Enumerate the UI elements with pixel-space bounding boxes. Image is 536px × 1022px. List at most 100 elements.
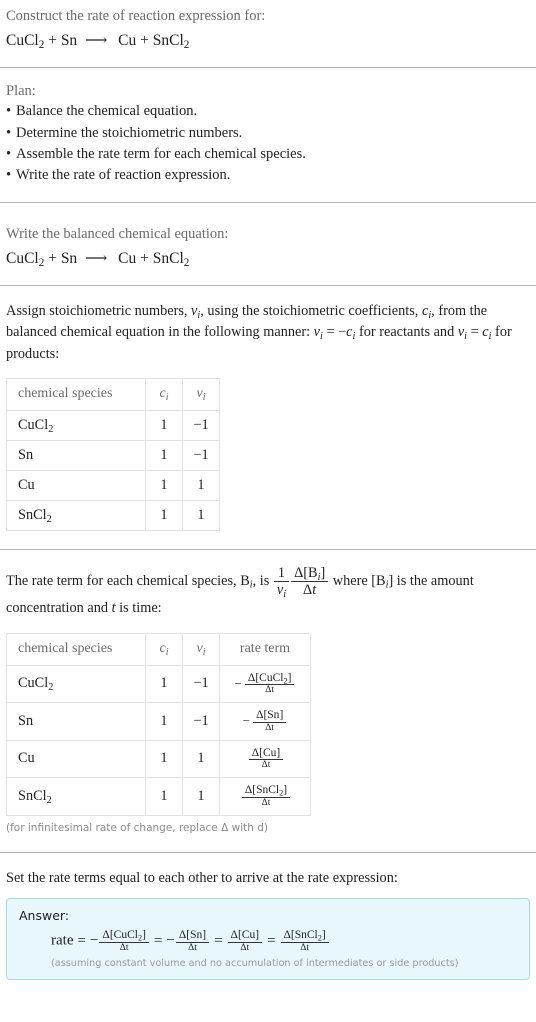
balanced-product-2: SnCl2 xyxy=(152,249,190,269)
cell-nui: 1 xyxy=(182,470,220,502)
plan-step-label: Balance the chemical equation. xyxy=(16,103,198,120)
cell-nui: 1 xyxy=(182,739,220,779)
cell-rate-term: − Δ[CuCl2] Δt xyxy=(219,664,311,704)
header-nui: νi xyxy=(182,378,220,412)
final-prompt: Set the rate terms equal to each other t… xyxy=(6,869,398,886)
rate-term-footnote: (for infinitesimal rate of change, repla… xyxy=(6,821,268,834)
cell-species: CuCl2 xyxy=(6,410,146,442)
cell-species: Cu xyxy=(6,739,146,779)
one-over-nu-fraction: 1 νi xyxy=(273,565,290,600)
reaction-arrow-icon: ⟶ xyxy=(85,32,108,50)
plan-step: • Balance the chemical equation. xyxy=(0,101,536,122)
cell-ci: 1 xyxy=(145,470,183,502)
header-ci: ci xyxy=(145,632,183,666)
equals-sign: = xyxy=(77,932,86,949)
answer-expression: rate = − Δ[CuCl2] Δt = − Δ[Sn] Δt = Δ[Cu] Δt = Δ[SnCl… xyxy=(19,929,517,954)
cell-rate-term: Δ[Cu] Δt xyxy=(219,739,311,779)
table-row: CuCl2 1 −1 xyxy=(6,410,220,442)
table-row: SnCl2 1 1 xyxy=(6,500,220,532)
problem-product-1: Cu xyxy=(118,32,137,50)
balanced-equation-section: Write the balanced chemical equation: Cu… xyxy=(0,218,536,270)
rateterm-text-5: is time: xyxy=(115,600,162,617)
cell-nui: −1 xyxy=(182,440,220,472)
header-chemical-species: chemical species xyxy=(6,378,146,412)
balanced-product-1: Cu xyxy=(118,249,137,267)
answer-fraction: Δ[Sn] Δt xyxy=(175,929,210,954)
cell-rate-term: − Δ[Sn] Δt xyxy=(219,702,311,741)
stoichiometric-section: Assign stoichiometric numbers, νi , using… xyxy=(0,301,536,532)
problem-prompt: Construct the rate of reaction expressio… xyxy=(6,8,266,24)
stoich-text-2: , using the stoichiometric coefficients, xyxy=(200,302,422,319)
reaction-arrow-icon: ⟶ xyxy=(85,249,108,267)
cell-nui: −1 xyxy=(182,664,220,704)
table-row: Sn 1 −1 − Δ[Sn] Δt xyxy=(6,702,311,741)
minus-sign: − xyxy=(242,713,251,729)
problem-plus-2: + xyxy=(140,32,149,50)
table-header-row: chemical species ci νi rate term xyxy=(6,632,311,666)
answer-fraction: Δ[SnCl2] Δt xyxy=(280,929,329,954)
problem-product-2: SnCl2 xyxy=(152,32,190,52)
header-ci: ci xyxy=(145,378,183,412)
delta-B-over-delta-t-fraction: Δ[Bi] Δt xyxy=(291,565,329,598)
stoich-paragraph: Assign stoichiometric numbers, νi, using… xyxy=(0,301,536,365)
stoichiometric-table: chemical species ci νi CuCl2 1 −1 Sn 1 −… xyxy=(6,378,220,532)
rate-term-paragraph: The rate term for each chemical species,… xyxy=(0,565,536,619)
cell-ci: 1 xyxy=(145,500,183,532)
cell-rate-term: Δ[SnCl2] Δt xyxy=(219,777,311,816)
header-nui: νi xyxy=(182,632,220,666)
balanced-reactant-1: CuCl2 xyxy=(6,249,45,269)
equals-sign: = xyxy=(267,932,276,949)
rateterm-text-2: , is xyxy=(252,572,273,589)
cell-ci: 1 xyxy=(145,664,183,704)
balanced-prompt: Write the balanced chemical equation: xyxy=(6,225,229,242)
table-header-row: chemical species ci νi xyxy=(6,378,220,412)
balanced-plus-1: + xyxy=(48,249,57,267)
cell-ci: 1 xyxy=(145,739,183,779)
minus-sign: − xyxy=(166,932,175,949)
rate-fraction: Δ[Cu] Δt xyxy=(248,747,284,772)
rule-reactants-operator: = − xyxy=(326,324,347,341)
balanced-plus-2: + xyxy=(140,249,149,267)
cell-species: Sn xyxy=(6,702,146,741)
header-chemical-species: chemical species xyxy=(6,632,146,666)
B-symbol: B xyxy=(240,572,250,589)
table-row: Sn 1 −1 xyxy=(6,440,220,472)
cell-ci: 1 xyxy=(145,410,183,442)
problem-equation: CuCl2 + Sn ⟶ Cu + SnCl2 xyxy=(0,27,536,52)
cell-nui: −1 xyxy=(182,702,220,741)
cell-nui: 1 xyxy=(182,777,220,816)
table-row: Cu 1 1 xyxy=(6,470,220,502)
rateterm-text-3: where [B xyxy=(329,572,386,589)
plan-step: • Assemble the rate term for each chemica… xyxy=(0,144,536,165)
rate-term-table: chemical species ci νi rate term CuCl2 1… xyxy=(6,632,311,816)
answer-fraction: Δ[CuCl2] Δt xyxy=(99,929,149,954)
balanced-reactant-2: Sn xyxy=(60,249,78,267)
bullet-icon: • xyxy=(6,145,12,162)
cell-ci: 1 xyxy=(145,440,183,472)
final-answer-section: Set the rate terms equal to each other t… xyxy=(0,868,536,981)
cell-species: SnCl2 xyxy=(6,777,146,816)
rate-fraction: Δ[CuCl2] Δt xyxy=(244,672,295,697)
stoich-text-1: Assign stoichiometric numbers, xyxy=(6,302,192,319)
answer-assumption-note: (assuming constant volume and no accumul… xyxy=(51,958,459,970)
problem-section: Construct the rate of reaction expressio… xyxy=(0,0,536,52)
cell-nui: −1 xyxy=(182,410,220,442)
answer-box: Answer: rate = − Δ[CuCl2] Δt = − Δ[Sn] Δt = Δ[Cu] Δ… xyxy=(6,897,530,981)
cell-ci: 1 xyxy=(145,702,183,741)
rate-fraction: Δ[Sn] Δt xyxy=(253,709,287,734)
problem-reactant-1: CuCl2 xyxy=(6,32,45,52)
table-row: CuCl2 1 −1 − Δ[CuCl2] Δt xyxy=(6,664,311,704)
plan-step-label: Write the rate of reaction expression. xyxy=(16,167,231,184)
problem-plus-1: + xyxy=(48,32,57,50)
stoich-text-4: for reactants and xyxy=(355,324,458,341)
plan-step-label: Assemble the rate term for each chemical… xyxy=(16,145,306,162)
subscript-i: i xyxy=(464,331,468,343)
